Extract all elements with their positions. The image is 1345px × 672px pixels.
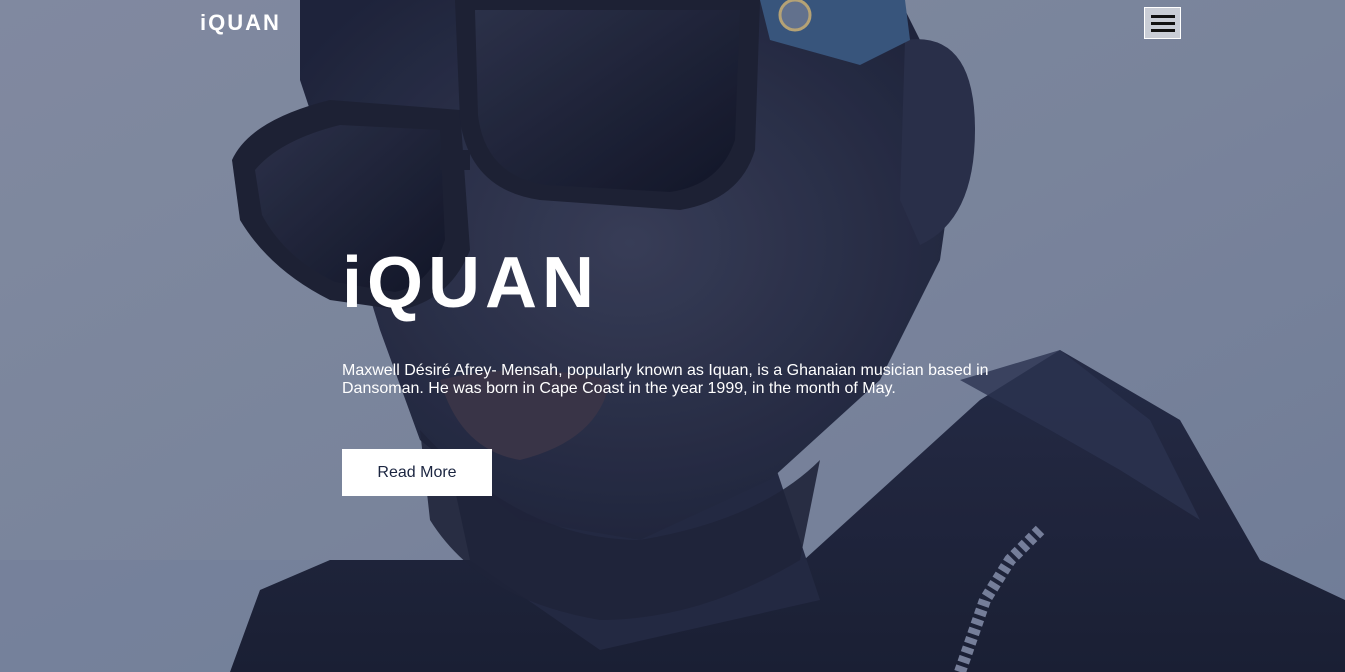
hero-overlay bbox=[0, 0, 1345, 672]
hamburger-menu-button[interactable] bbox=[1144, 7, 1181, 39]
hero-section: iQUAN iQUAN Maxwell Désiré Afrey- Mensah… bbox=[0, 0, 1345, 672]
read-more-button[interactable]: Read More bbox=[342, 449, 492, 496]
site-logo[interactable]: iQUAN bbox=[200, 9, 281, 37]
hero-description: Maxwell Désiré Afrey- Mensah, popularly … bbox=[342, 362, 989, 397]
menu-icon-bar bbox=[1151, 22, 1175, 25]
menu-icon-bar bbox=[1151, 15, 1175, 18]
menu-icon-bar bbox=[1151, 29, 1175, 32]
hero-title: iQUAN bbox=[342, 243, 599, 323]
